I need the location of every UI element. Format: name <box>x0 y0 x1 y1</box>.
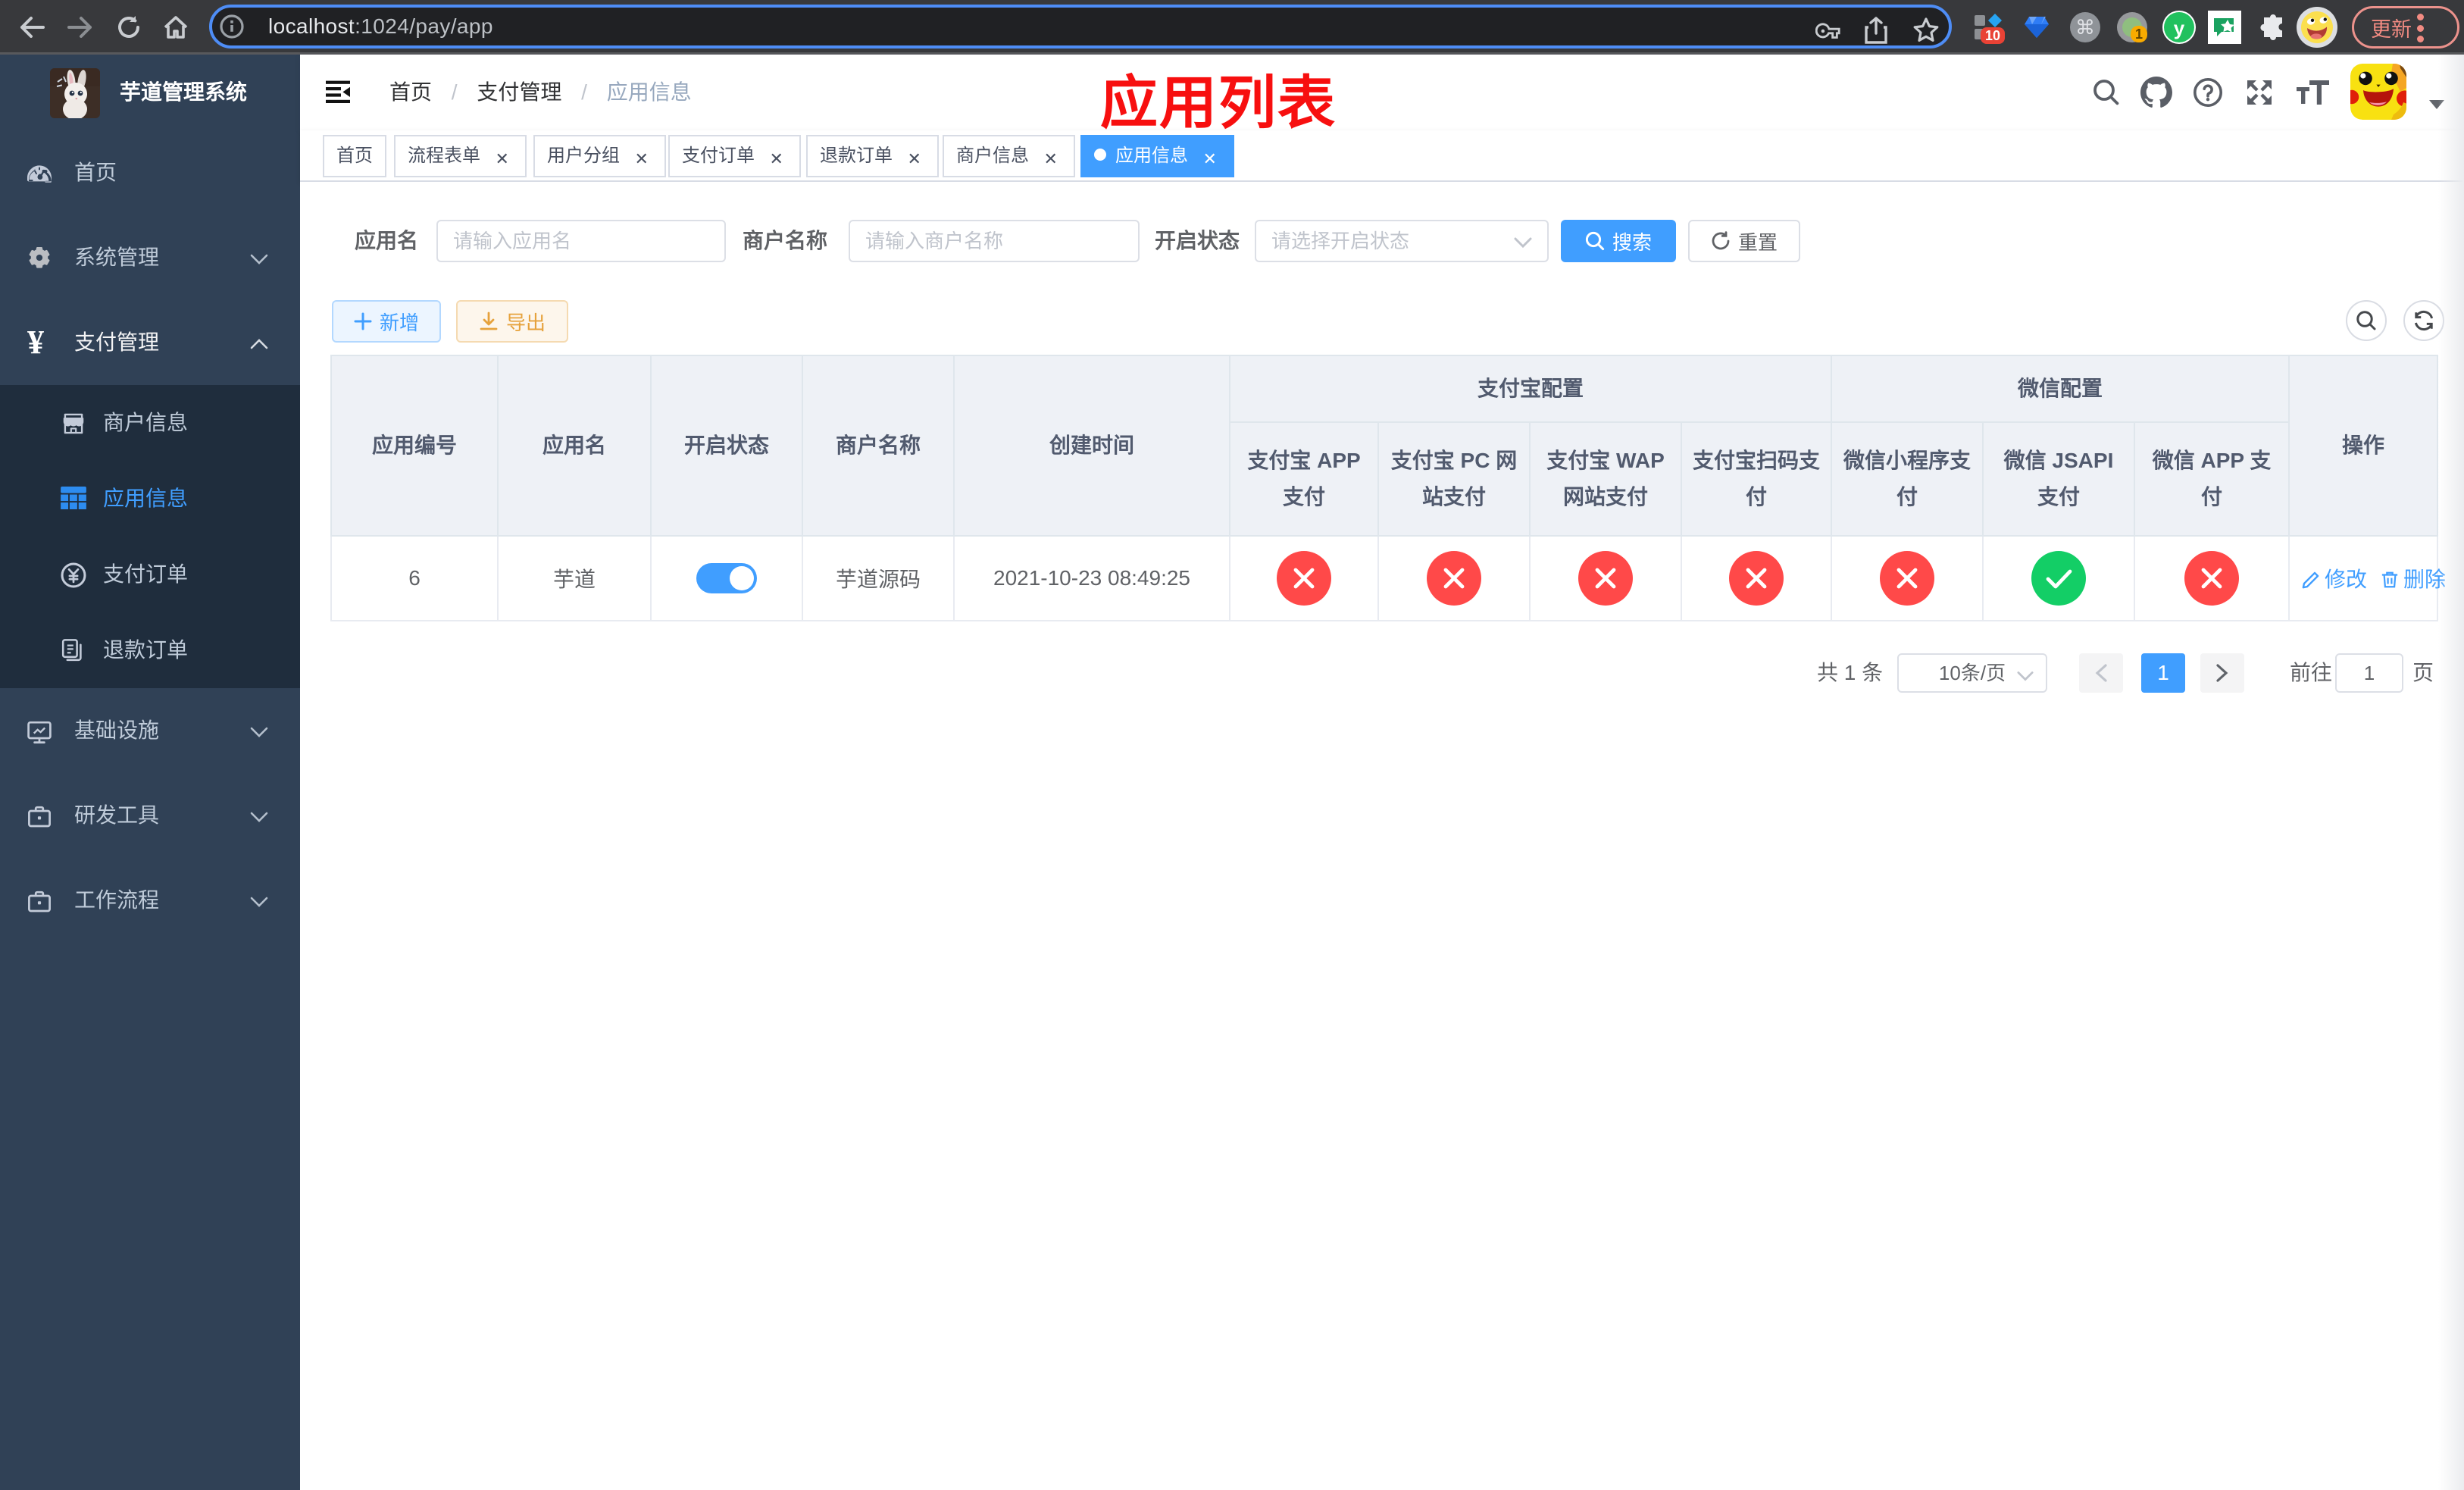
svg-text:⌘: ⌘ <box>2075 16 2095 39</box>
svg-text:y: y <box>2174 17 2185 39</box>
